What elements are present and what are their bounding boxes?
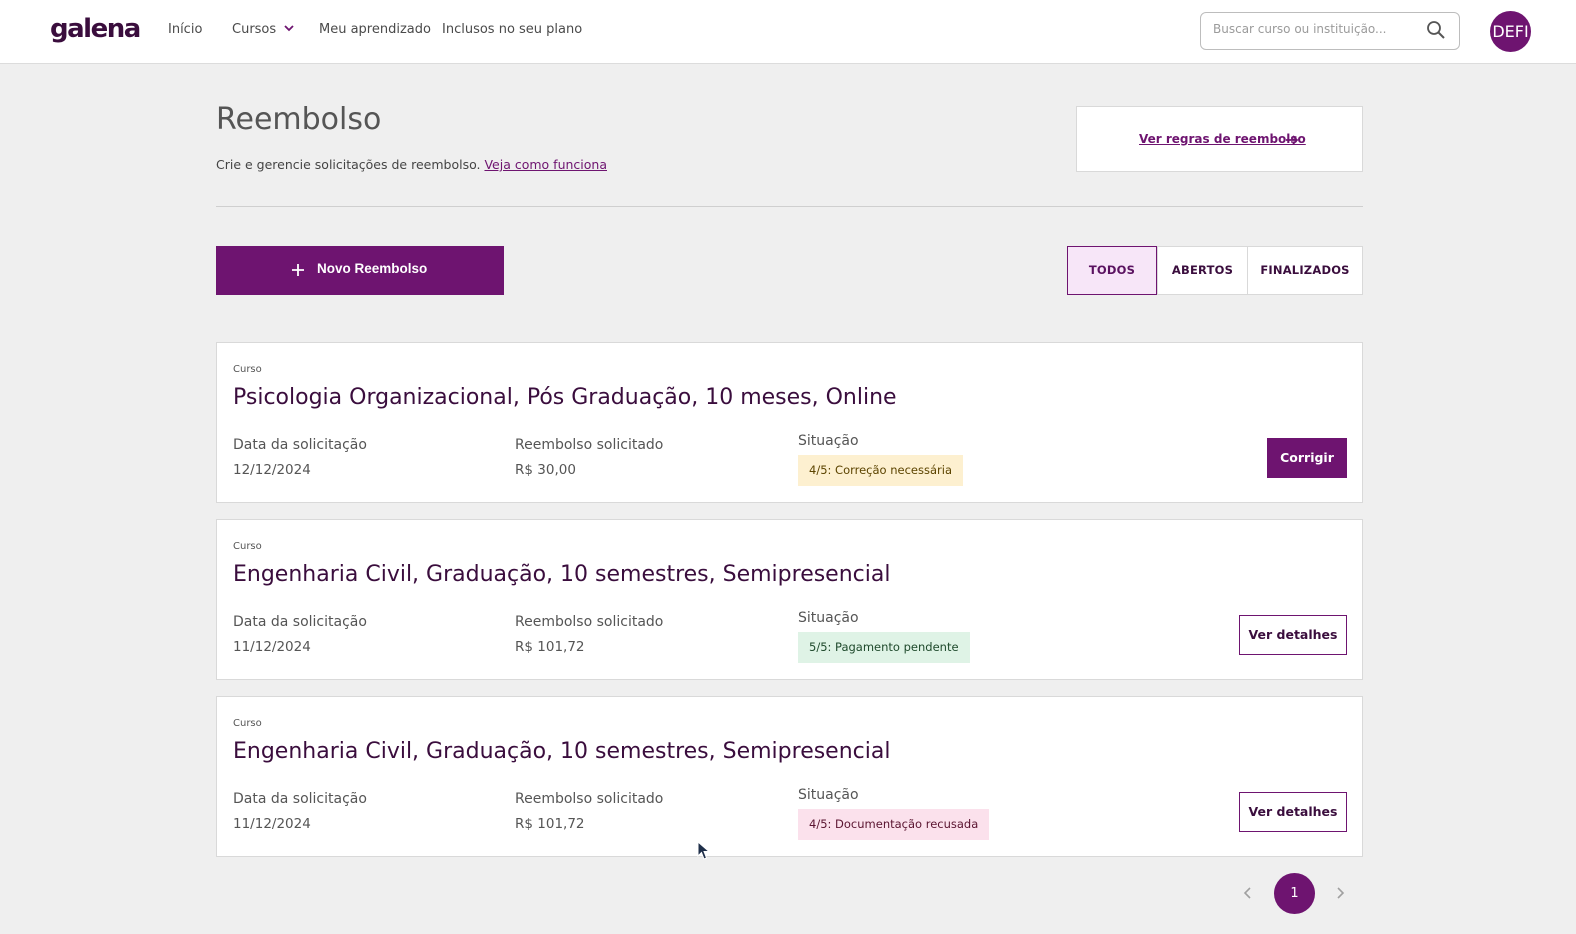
nav-item-inicio[interactable]: Início [168, 22, 202, 37]
request-date-label: Data da solicitação [233, 614, 367, 630]
requested-amount-value: R$ 101,72 [515, 816, 585, 832]
request-date-label: Data da solicitação [233, 791, 367, 807]
how-it-works-link[interactable]: Veja como funciona [484, 157, 607, 172]
nav-item-meu-aprendizado[interactable]: Meu aprendizado [319, 22, 431, 37]
plus-icon [292, 264, 304, 276]
user-avatar[interactable]: DEFI [1490, 11, 1531, 52]
chevron-left-icon[interactable] [1241, 886, 1255, 900]
requested-amount-label: Reembolso solicitado [515, 437, 664, 453]
course-caption: Curso [233, 364, 262, 375]
filter-tab-abertos[interactable]: ABERTOS [1157, 246, 1248, 295]
search-input[interactable] [1213, 22, 1423, 36]
status-badge: 4/5: Documentação recusada [798, 809, 990, 840]
status-badge: 4/5: Correção necessária [798, 455, 964, 486]
rules-box: Ver regras de reembolso [1076, 106, 1363, 172]
filter-tab-todos[interactable]: TODOS [1067, 246, 1157, 295]
status-label: Situação [798, 433, 859, 449]
top-navigation-bar: galena Início Cursos Meu aprendizado Inc… [0, 0, 1576, 64]
requested-amount-label: Reembolso solicitado [515, 614, 664, 630]
status-badge: 5/5: Pagamento pendente [798, 632, 970, 663]
header-divider [216, 206, 1363, 207]
requested-amount-label: Reembolso solicitado [515, 791, 664, 807]
request-date-value: 12/12/2024 [233, 462, 311, 478]
course-title: Engenharia Civil, Graduação, 10 semestre… [233, 562, 891, 587]
page-subtitle-text: Crie e gerencie solicitações de reembols… [216, 157, 481, 172]
correct-button[interactable]: Corrigir [1267, 438, 1347, 478]
filter-tab-finalizados[interactable]: FINALIZADOS [1247, 246, 1363, 295]
search-icon[interactable] [1426, 20, 1446, 40]
chevron-down-icon[interactable] [283, 22, 295, 34]
view-details-button[interactable]: Ver detalhes [1239, 615, 1347, 655]
mouse-cursor-icon [697, 841, 711, 860]
view-details-button[interactable]: Ver detalhes [1239, 792, 1347, 832]
reimbursement-card: Curso Psicologia Organizacional, Pós Gra… [216, 342, 1363, 503]
search-box [1200, 12, 1460, 50]
reimbursement-rules-link[interactable]: Ver regras de reembolso [1139, 132, 1306, 146]
course-caption: Curso [233, 718, 262, 729]
galena-logo[interactable]: galena [50, 14, 141, 44]
course-title: Engenharia Civil, Graduação, 10 semestre… [233, 739, 891, 764]
request-date-value: 11/12/2024 [233, 639, 311, 655]
status-label: Situação [798, 610, 859, 626]
requested-amount-value: R$ 101,72 [515, 639, 585, 655]
request-date-value: 11/12/2024 [233, 816, 311, 832]
requested-amount-value: R$ 30,00 [515, 462, 576, 478]
course-caption: Curso [233, 541, 262, 552]
course-title: Psicologia Organizacional, Pós Graduação… [233, 385, 897, 410]
arrow-right-icon[interactable] [1284, 132, 1300, 148]
page-title: Reembolso [216, 102, 382, 137]
chevron-right-icon[interactable] [1333, 886, 1347, 900]
status-label: Situação [798, 787, 859, 803]
reimbursement-card: Curso Engenharia Civil, Graduação, 10 se… [216, 696, 1363, 857]
nav-item-cursos[interactable]: Cursos [232, 22, 276, 37]
nav-item-inclusos-no-plano[interactable]: Inclusos no seu plano [442, 22, 582, 37]
reimbursement-card: Curso Engenharia Civil, Graduação, 10 se… [216, 519, 1363, 680]
pagination-current-page[interactable]: 1 [1274, 873, 1315, 914]
request-date-label: Data da solicitação [233, 437, 367, 453]
new-reimbursement-label: Novo Reembolso [317, 261, 428, 276]
new-reimbursement-button[interactable]: Novo Reembolso [216, 246, 504, 295]
page-subtitle: Crie e gerencie solicitações de reembols… [216, 157, 607, 172]
